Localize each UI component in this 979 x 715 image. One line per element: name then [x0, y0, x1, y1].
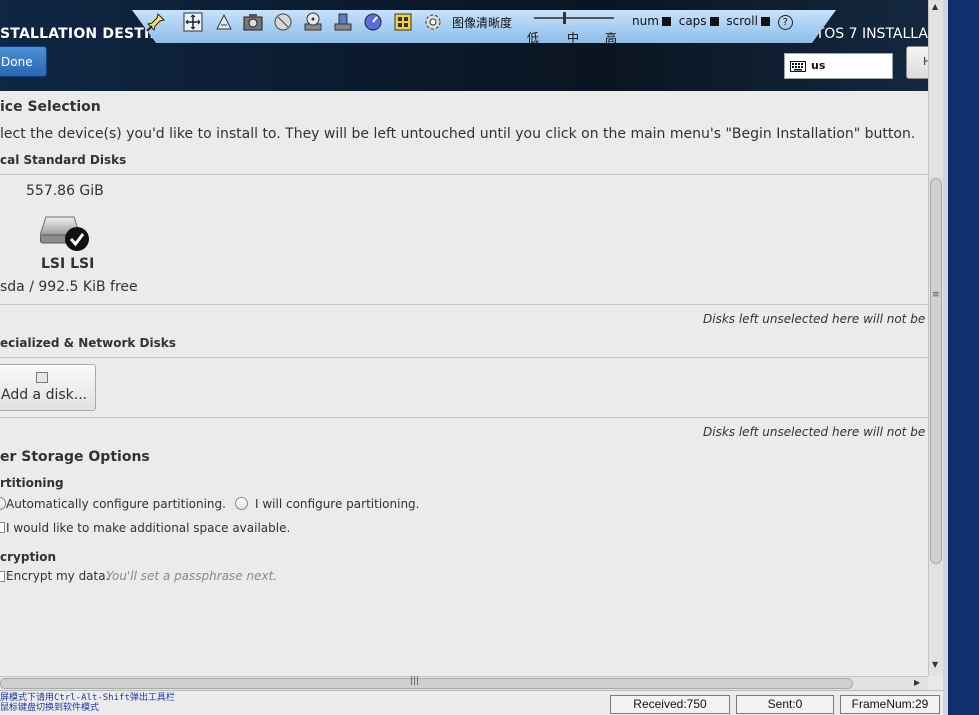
screenshot-icon[interactable]: [243, 12, 263, 32]
hard-disk-selected-icon: [40, 216, 89, 251]
num-lock-indicator: [661, 17, 671, 26]
status-hint-line: 屏模式下请用Ctrl-Alt-Shift弹出工具栏: [0, 693, 175, 703]
extra-space-checkbox[interactable]: [0, 522, 5, 533]
disk-size: 557.86 GiB: [26, 183, 104, 199]
add-disk-button[interactable]: Add a disk...: [0, 364, 96, 411]
partitioning-heading: rtitioning: [0, 476, 64, 490]
quality-tick-mid: 中: [567, 31, 580, 45]
unselected-disks-note: Disks left unselected here will not be t…: [703, 425, 928, 439]
quality-tick-low: 低: [527, 31, 540, 45]
divider: [0, 357, 928, 358]
add-disk-icon: [36, 372, 48, 383]
horizontal-scrollbar[interactable]: ||| ▶: [0, 676, 928, 690]
help-button[interactable]: H: [906, 46, 928, 79]
status-bar: 屏模式下请用Ctrl-Alt-Shift弹出工具栏 鼠标键盘切换到软件模式 Re…: [0, 690, 943, 715]
status-hint: 屏模式下请用Ctrl-Alt-Shift弹出工具栏 鼠标键盘切换到软件模式: [0, 693, 175, 713]
instruction-text: lect the device(s) you'd like to install…: [0, 126, 916, 142]
other-storage-heading: er Storage Options: [0, 449, 150, 465]
scroll-lock-label: scroll: [726, 14, 758, 28]
local-disks-heading: cal Standard Disks: [0, 153, 127, 167]
shortcut-keys-icon[interactable]: [214, 12, 234, 32]
sent-counter: Sent:0: [736, 695, 834, 714]
divider: [0, 174, 928, 175]
device-selection-heading: ice Selection: [0, 99, 101, 115]
scroll-up-arrow-icon[interactable]: ▲: [932, 2, 938, 11]
add-disk-label: Add a disk...: [1, 387, 88, 403]
vertical-scroll-thumb[interactable]: [930, 178, 942, 564]
done-button[interactable]: Done: [0, 46, 47, 77]
keyboard-layout-indicator[interactable]: us: [784, 53, 893, 79]
received-counter: Received:750: [610, 695, 730, 714]
scroll-lock-indicator: [760, 17, 770, 26]
encrypt-checkbox[interactable]: [0, 571, 5, 582]
divider: [0, 417, 928, 418]
scroll-right-arrow-icon[interactable]: ▶: [914, 678, 920, 687]
divider: [0, 304, 928, 305]
disk-free-space: sda / 992.5 KiB free: [0, 279, 138, 295]
pin-icon[interactable]: [146, 12, 166, 32]
disk-name: LSI LSI: [41, 256, 95, 272]
encryption-heading: cryption: [0, 550, 57, 564]
keyboard-icon: [790, 61, 806, 72]
fullscreen-move-icon[interactable]: [183, 12, 203, 32]
image-quality-label: 图像清晰度: [452, 16, 513, 30]
virtual-media-icon[interactable]: [393, 12, 413, 32]
caps-lock-label: caps: [678, 14, 707, 28]
keyboard-layout-label: us: [811, 59, 826, 72]
unselected-disks-note: Disks left unselected here will not be t…: [703, 312, 928, 326]
floppy-drive-icon[interactable]: [333, 12, 353, 32]
installer-window: STALLATION DESTIN NTOS 7 INSTALLA Done u…: [0, 0, 928, 676]
manual-partition-label[interactable]: I will configure partitioning.: [255, 497, 419, 511]
scroll-grip-icon: ≡: [932, 290, 940, 300]
status-hint-line: 鼠标键盘切换到软件模式: [0, 703, 100, 713]
cd-drive-icon[interactable]: [303, 12, 323, 32]
extra-space-label[interactable]: I would like to make additional space av…: [6, 521, 290, 535]
image-quality-slider-knob[interactable]: [563, 12, 566, 24]
settings-icon[interactable]: [423, 12, 443, 32]
help-icon[interactable]: ?: [777, 15, 793, 30]
scroll-down-arrow-icon[interactable]: ▼: [932, 660, 938, 669]
speed-gauge-icon[interactable]: [363, 12, 383, 32]
lock-indicators: num caps scroll ?: [632, 14, 793, 30]
num-lock-label: num: [632, 14, 659, 28]
remote-viewer-toolbar: 图像清晰度 低 中 高 num caps scroll ?: [132, 10, 836, 45]
caps-lock-indicator: [709, 17, 719, 26]
quality-tick-high: 高: [605, 31, 618, 45]
manual-partition-radio[interactable]: [235, 497, 248, 510]
network-disks-heading: ecialized & Network Disks: [0, 336, 176, 350]
image-quality-slider[interactable]: [534, 17, 614, 19]
encrypt-label[interactable]: Encrypt my data.: [6, 569, 109, 583]
window-frame: [943, 0, 979, 715]
record-icon[interactable]: [273, 12, 293, 32]
scroll-grip-icon: |||: [410, 676, 420, 686]
vertical-scrollbar[interactable]: ▲ ≡ ▼: [928, 0, 943, 676]
horizontal-scroll-thumb[interactable]: [0, 678, 853, 689]
auto-partition-label[interactable]: Automatically configure partitioning.: [6, 497, 226, 511]
encrypt-hint: You'll set a passphrase next.: [106, 569, 278, 583]
frame-counter: FrameNum:29: [840, 695, 940, 714]
